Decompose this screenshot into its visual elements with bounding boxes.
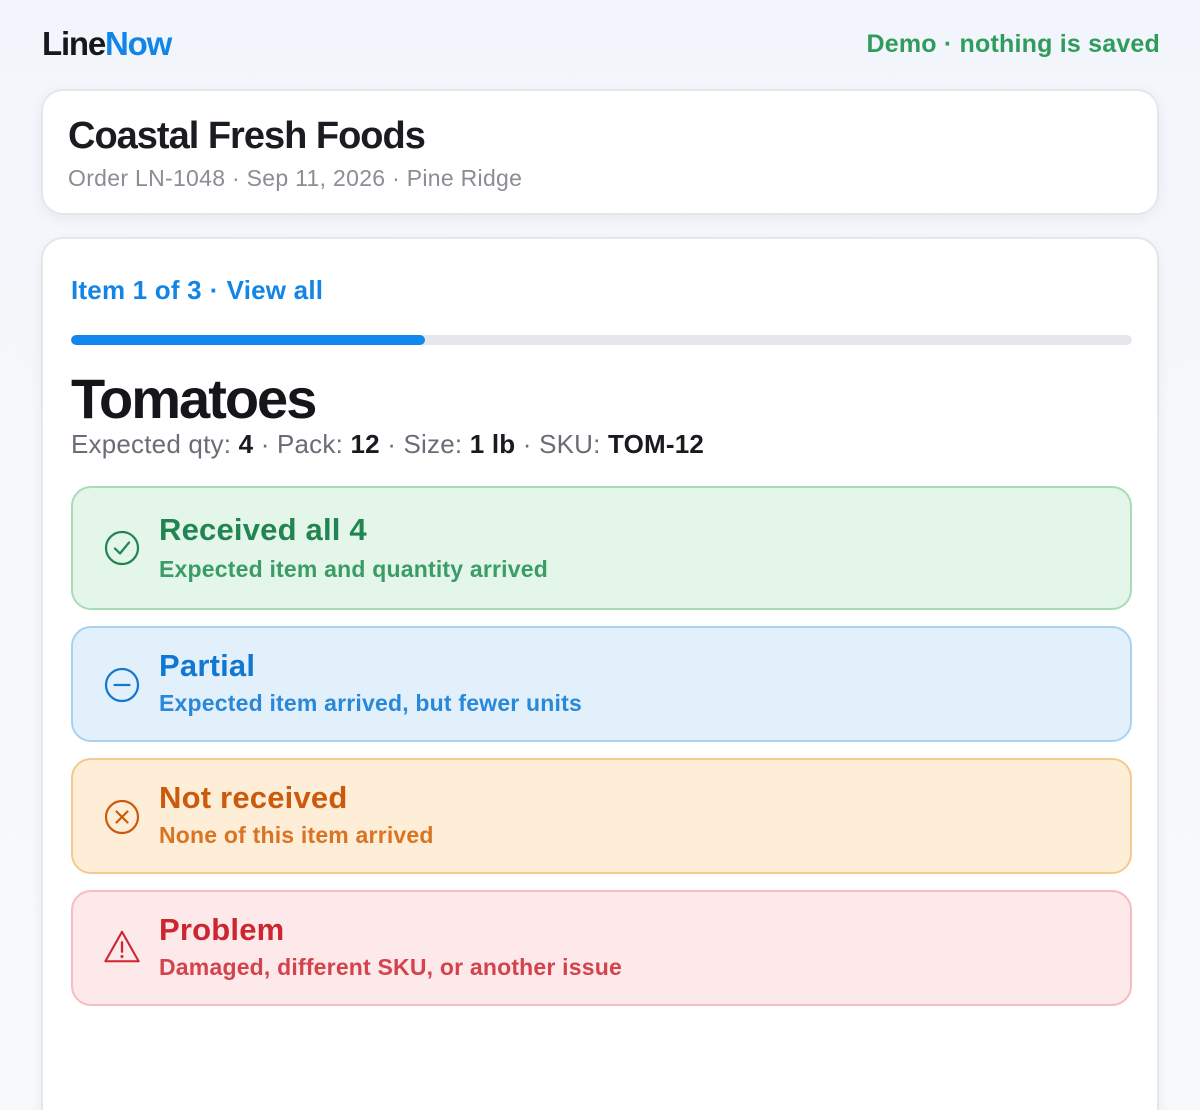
brand-name-part2: Now [105,25,172,62]
minus-circle-icon [104,667,140,703]
progress-bar-fill [71,335,425,345]
size-label: Size: [403,429,463,459]
item-card: Item 1 of 3 · View all Tomatoes Expected… [41,237,1159,1110]
order-card: Coastal Fresh Foods Order LN-1048 · Sep … [41,89,1159,215]
partial-desc: Expected item arrived, but fewer units [159,690,582,716]
vendor-name: Coastal Fresh Foods [68,115,426,157]
item-name: Tomatoes [71,367,317,430]
partial-option[interactable]: Partial Expected item arrived, but fewer… [71,626,1132,742]
progress-separator: · [209,275,219,305]
problem-option[interactable]: Problem Damaged, different SKU, or anoth… [71,890,1132,1006]
size-value: 1 lb [469,429,516,459]
meta-separator: · [260,429,270,459]
received-all-title: Received all 4 [159,512,367,547]
x-circle-icon [104,799,140,835]
warning-triangle-icon [104,930,140,963]
meta-separator: · [387,429,397,459]
pack-label: Pack: [276,429,344,459]
brand-logo[interactable]: LineNow [42,25,172,63]
demo-notice: Demo · nothing is saved [866,29,1160,58]
expected-qty-label: Expected qty: [71,429,232,459]
item-meta: Expected qty: 4 · Pack: 12 · Size: 1 lb … [71,429,704,460]
top-bar: LineNow Demo · nothing is saved [42,22,1160,66]
not-received-option[interactable]: Not received None of this item arrived [71,758,1132,874]
received-all-desc: Expected item and quantity arrived [159,556,548,582]
partial-title: Partial [159,648,256,683]
sku-value: TOM-12 [608,429,705,459]
progress-label: Item 1 of 3 · View all [71,275,323,306]
received-all-option[interactable]: Received all 4 Expected item and quantit… [71,486,1132,610]
expected-qty-value: 4 [238,429,254,459]
item-counter: Item 1 of 3 [71,275,202,305]
order-meta: Order LN-1048 · Sep 11, 2026 · Pine Ridg… [68,165,523,191]
view-all-link[interactable]: View all [227,275,324,306]
not-received-title: Not received [159,780,348,815]
check-circle-icon [104,530,140,566]
problem-desc: Damaged, different SKU, or another issue [159,954,622,980]
progress-bar [71,335,1132,345]
brand-name-part1: Line [42,25,106,62]
sku-label: SKU: [539,429,601,459]
pack-value: 12 [350,429,380,459]
problem-title: Problem [159,912,285,947]
meta-separator: · [522,429,532,459]
not-received-desc: None of this item arrived [159,822,434,848]
